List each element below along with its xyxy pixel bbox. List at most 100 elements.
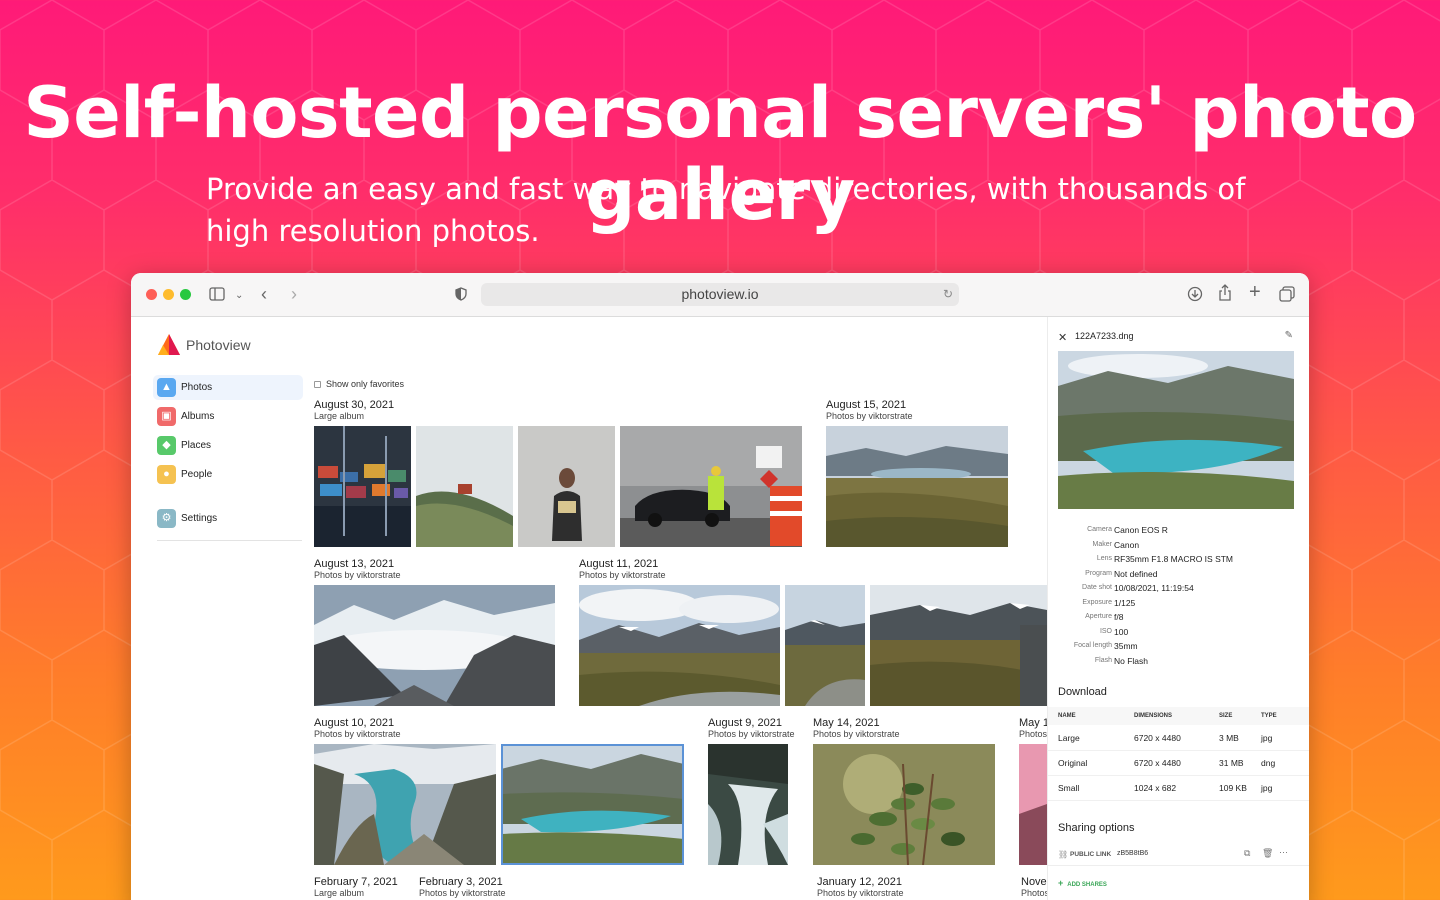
metadata-key: Lens <box>1096 555 1112 562</box>
group-date: May 1 <box>1019 717 1049 729</box>
photo-thumbnail[interactable] <box>579 585 780 706</box>
group-subtitle: Photos <box>1021 888 1050 898</box>
metadata-key: Camera <box>1087 526 1112 533</box>
zoom-window-button[interactable] <box>180 289 191 300</box>
hero-subtitle: Provide an easy and fast way to navigate… <box>206 172 1246 248</box>
metadata-row: Maker Canon <box>1048 540 1309 554</box>
public-link-label: PUBLIC LINK <box>1070 851 1112 858</box>
download-name: Small <box>1058 783 1080 793</box>
close-window-button[interactable] <box>146 289 157 300</box>
sidebar-item-settings[interactable]: ⚙ Settings <box>153 506 303 531</box>
photo-thumbnail[interactable] <box>826 426 1008 547</box>
photo-thumbnail[interactable] <box>1019 744 1047 865</box>
metadata-row: Aperture f/8 <box>1048 612 1309 626</box>
shield-icon <box>455 287 467 301</box>
group-subtitle: Photos by viktorstrate <box>708 729 795 739</box>
browser-window: ⌄ ‹ › photoview.io ↻ + Photoview ▲ Photo… <box>131 273 1309 900</box>
photo-thumbnail[interactable] <box>620 426 802 547</box>
download-dimensions: 1024 x 682 <box>1134 783 1177 793</box>
download-dimensions: 6720 x 4480 <box>1134 758 1181 768</box>
photo-thumbnail[interactable] <box>314 585 555 706</box>
metadata-key: Focal length <box>1073 642 1112 649</box>
app-name: Photoview <box>186 337 251 353</box>
metadata-row: Program Not defined <box>1048 569 1309 583</box>
group-date: August 9, 2021 <box>708 717 783 729</box>
sidebar-item-places[interactable]: ◆ Places <box>153 433 303 458</box>
app-content: Photoview ▲ Photos ▣ Albums ◆ Places ● P… <box>131 317 1309 900</box>
sidebar-item-label: Settings <box>181 513 218 524</box>
copy-icon[interactable]: ⧉ <box>1244 848 1250 859</box>
column-header: DIMENSIONS <box>1134 713 1173 719</box>
group-date: January 12, 2021 <box>817 876 903 888</box>
metadata-value: Canon EOS R <box>1114 525 1168 535</box>
group-subtitle: Photos by viktorstrate <box>419 888 506 898</box>
sidebar-item-people[interactable]: ● People <box>153 462 303 487</box>
sidebar-item-albums[interactable]: ▣ Albums <box>153 404 303 429</box>
metadata-key: Exposure <box>1082 599 1112 606</box>
metadata-value: RF35mm F1.8 MACRO IS STM <box>1114 554 1234 564</box>
add-shares-button[interactable]: + ADD SHARES <box>1058 878 1107 888</box>
back-icon[interactable]: ‹ <box>261 285 267 303</box>
download-type: jpg <box>1261 783 1273 793</box>
more-icon[interactable]: ⋯ <box>1279 847 1288 858</box>
new-tab-icon[interactable]: + <box>1249 282 1261 302</box>
public-link-row: ⛓ PUBLIC LINK zB5B8tB6 ⧉ 🗑 ⋯ <box>1048 844 1309 866</box>
share-icon[interactable] <box>1218 284 1232 302</box>
pin-icon[interactable]: ✎ <box>1285 330 1293 341</box>
photo-details-panel: ✕ 122A7233.dng ✎ Camera Canon EOS R Maker… <box>1047 317 1309 900</box>
download-row[interactable]: Original 6720 x 4480 31 MB dng <box>1048 751 1309 776</box>
forward-icon[interactable]: › <box>291 285 297 303</box>
photo-preview <box>1058 351 1294 509</box>
url-text: photoview.io <box>681 286 759 302</box>
metadata-value: 1/125 <box>1114 598 1136 608</box>
metadata-key: Program <box>1085 570 1112 577</box>
photo-thumbnail[interactable] <box>518 426 615 547</box>
download-size: 3 MB <box>1219 733 1239 743</box>
photo-thumbnail[interactable] <box>813 744 995 865</box>
download-row[interactable]: Small 1024 x 682 109 KB jpg <box>1048 776 1309 801</box>
metadata-row: Date shot 10/08/2021, 11:19:54 <box>1048 583 1309 597</box>
group-subtitle: Photos by viktorstrate <box>817 888 904 898</box>
reload-icon[interactable]: ↻ <box>943 283 953 306</box>
minimize-window-button[interactable] <box>163 289 174 300</box>
public-link-token[interactable]: zB5B8tB6 <box>1117 850 1148 857</box>
group-subtitle: Photos by viktorstrate <box>813 729 900 739</box>
chevron-down-icon[interactable]: ⌄ <box>235 287 243 305</box>
photo-thumbnail[interactable] <box>314 426 411 547</box>
show-favorites-checkbox[interactable]: Show only favorites <box>314 379 404 389</box>
photo-thumbnail[interactable] <box>416 426 513 547</box>
url-bar[interactable]: photoview.io ↻ <box>481 283 959 306</box>
sidebar-item-label: Places <box>181 440 212 451</box>
metadata-value: 35mm <box>1114 641 1138 651</box>
checkbox-box[interactable] <box>314 381 321 388</box>
trash-icon[interactable]: 🗑 <box>1262 848 1273 859</box>
metadata-key: ISO <box>1099 628 1112 635</box>
photo-thumbnail[interactable] <box>870 585 1047 706</box>
metadata-value: f/8 <box>1114 612 1124 622</box>
group-date: August 13, 2021 <box>314 558 395 570</box>
people-icon: ● <box>157 465 176 484</box>
column-header: NAME <box>1058 713 1076 719</box>
group-subtitle: Photos by viktorstrate <box>314 729 401 739</box>
metadata-key: Aperture <box>1085 613 1112 620</box>
group-date: May 14, 2021 <box>813 717 880 729</box>
download-type: jpg <box>1261 733 1273 743</box>
photo-thumbnail[interactable] <box>314 744 496 865</box>
group-date: February 7, 2021 <box>314 876 398 888</box>
metadata-row: Lens RF35mm F1.8 MACRO IS STM <box>1048 554 1309 568</box>
metadata-value: No Flash <box>1114 656 1149 666</box>
metadata-row: Focal length 35mm <box>1048 641 1309 655</box>
sidebar-item-photos[interactable]: ▲ Photos <box>153 375 303 400</box>
sidebar-toggle-icon[interactable] <box>209 287 225 301</box>
photo-thumbnail-selected[interactable] <box>501 744 684 865</box>
places-icon: ◆ <box>157 436 176 455</box>
download-row[interactable]: Large 6720 x 4480 3 MB jpg <box>1048 726 1309 751</box>
close-icon[interactable]: ✕ <box>1058 331 1067 344</box>
download-dimensions: 6720 x 4480 <box>1134 733 1181 743</box>
column-header: TYPE <box>1261 713 1277 719</box>
photos-icon: ▲ <box>157 378 176 397</box>
tabs-icon[interactable] <box>1279 286 1295 302</box>
download-icon[interactable] <box>1187 286 1203 302</box>
photo-thumbnail[interactable] <box>785 585 865 706</box>
photo-thumbnail[interactable] <box>708 744 788 865</box>
